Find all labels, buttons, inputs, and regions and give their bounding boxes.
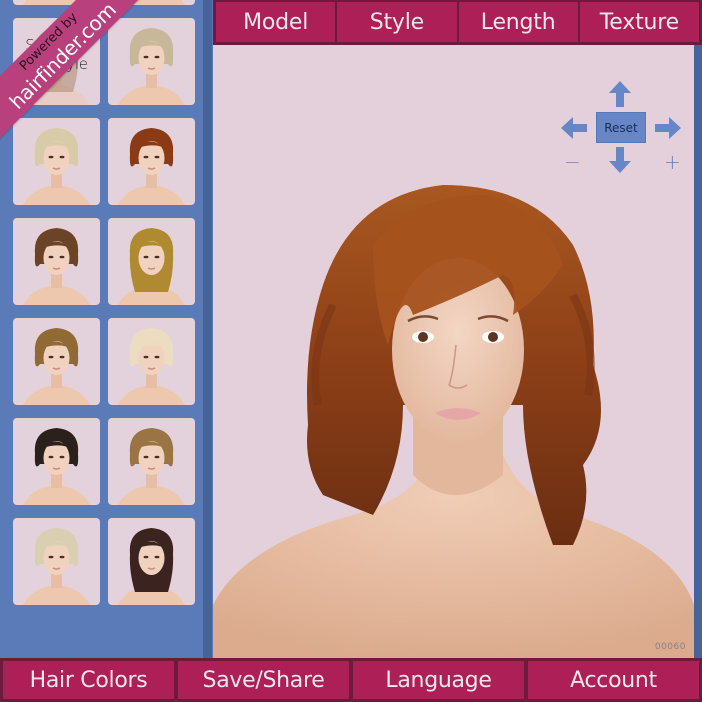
tab-style[interactable]: Style [337,2,457,42]
reset-button[interactable]: Reset [596,112,646,143]
tab-hair-colors[interactable]: Hair Colors [3,661,174,699]
top-menu-bar: Model Style Length Texture [213,0,702,45]
hairstyle-preview-image [23,228,90,305]
tab-save-share[interactable]: Save/Share [178,661,349,699]
right-border [694,45,702,658]
arrow-up-icon [609,81,631,107]
hairstyle-thumbnail[interactable] [13,118,100,205]
tab-length[interactable]: Length [458,2,578,42]
arrow-down-icon [609,147,631,173]
tab-account[interactable]: Account [528,661,699,699]
arrow-right-icon [655,117,681,139]
bottom-menu-bar: Hair Colors Save/Share Language Account [0,658,702,702]
hairstyle-thumbnail[interactable] [13,218,100,305]
hairstyle-thumbnail[interactable] [13,518,100,605]
hairstyle-preview-image [23,428,90,505]
hairstyle-preview-image [118,28,185,105]
hairstyle-thumbnail[interactable] [108,518,195,605]
image-id-watermark: 00060 [654,642,686,652]
move-down-button[interactable] [609,147,631,173]
hairstyle-preview-image [118,328,185,405]
hairstyle-thumbnail[interactable] [108,118,195,205]
zoom-in-button[interactable]: + [664,152,681,172]
move-left-button[interactable] [561,117,587,139]
hairstyle-thumbnail[interactable] [108,218,195,305]
sidebar-scrollbar[interactable] [203,0,212,702]
hairstyle-preview-image [118,528,185,605]
hairstyle-thumbnail[interactable] [108,418,195,505]
hairstyle-preview-image [23,128,90,205]
hairstyle-preview-image [23,328,90,405]
move-up-button[interactable] [609,81,631,107]
tab-model[interactable]: Model [216,2,336,42]
hairstyle-thumbnail[interactable] [13,418,100,505]
move-right-button[interactable] [655,117,681,139]
hairstyle-thumbnail[interactable] [13,318,100,405]
hairstyle-preview-image [23,528,90,605]
zoom-out-button[interactable]: − [564,152,581,172]
tab-texture[interactable]: Texture [579,2,699,42]
hairstyle-preview-image [118,128,185,205]
arrow-left-icon [561,117,587,139]
hairstyle-thumbnail[interactable] [108,318,195,405]
hairstyle-thumbnail[interactable] [108,18,195,105]
hairstyle-preview-image [118,428,185,505]
preview-stage: Reset − + 00060 [213,45,694,658]
tab-language[interactable]: Language [353,661,524,699]
hairstyle-preview-image [118,228,185,305]
